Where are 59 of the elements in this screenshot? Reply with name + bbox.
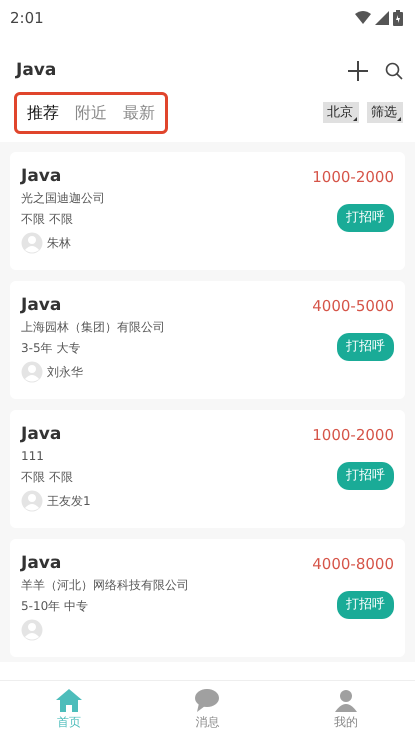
signal-icon (375, 11, 389, 25)
greet-button[interactable]: 打招呼 (337, 333, 394, 360)
experience-text: 3-5年 (21, 340, 53, 357)
education-text: 不限 (49, 468, 73, 486)
page-title: Java (16, 59, 56, 82)
job-card[interactable]: Java 光之国迪迦公司 不限 不限 朱林 1000-2000 打招呼 (10, 152, 405, 270)
nav-tab[interactable]: 消息 (177, 688, 238, 731)
recruiter-name: 刘永华 (47, 364, 83, 381)
education-text: 不限 (49, 210, 73, 228)
salary-text: 4000-8000 (312, 554, 394, 574)
avatar-icon (21, 360, 43, 383)
job-title: Java (21, 166, 62, 186)
search-icon (385, 62, 403, 80)
home-icon (56, 688, 82, 713)
filter-dropdown[interactable]: 筛选 (367, 102, 403, 124)
job-title: Java (21, 294, 62, 315)
company-name: 羊羊（河北）网络科技有限公司 (21, 576, 189, 594)
greet-button[interactable]: 打招呼 (337, 591, 394, 618)
person-icon (332, 688, 359, 713)
salary-text: 4000-5000 (312, 296, 394, 316)
recruiter-name: 朱林 (47, 234, 71, 252)
avatar-icon (21, 232, 43, 254)
status-time: 2:01 (10, 8, 44, 29)
add-button[interactable] (347, 58, 369, 83)
recruiter-name: 王友发1 (47, 492, 91, 510)
avatar-icon (21, 490, 43, 512)
salary-text: 1000-2000 (312, 166, 394, 188)
tab[interactable]: 推荐 (19, 96, 67, 128)
greet-button[interactable]: 打招呼 (337, 204, 394, 232)
salary-text: 1000-2000 (312, 424, 394, 446)
chat-bubble-icon (194, 688, 220, 713)
experience-text: 不限 (21, 210, 45, 228)
experience-text: 5-10年 (21, 598, 60, 615)
add-icon (347, 60, 369, 82)
nav-tab[interactable]: 首页 (39, 688, 100, 731)
avatar-icon (21, 618, 43, 641)
wifi-icon (355, 11, 371, 25)
nav-tab[interactable]: 我的 (316, 688, 376, 731)
job-title: Java (21, 424, 62, 444)
tab[interactable]: 最新 (115, 96, 163, 128)
company-name: 111 (21, 448, 45, 465)
company-name: 光之国迪迦公司 (21, 190, 105, 207)
experience-text: 不限 (21, 468, 45, 486)
filter-dropdown[interactable]: 北京 (323, 102, 359, 124)
education-text: 大专 (56, 340, 81, 357)
battery-icon (393, 10, 403, 26)
job-card[interactable]: Java 上海园林（集团）有限公司 3-5年 大专 刘永华 4000-5000 打招呼 (10, 280, 405, 398)
corner-icon (353, 117, 357, 122)
job-card[interactable]: Java 111 不限 不限 王友发1 1000-2000 打招呼 (10, 410, 405, 528)
nav-label: 我的 (334, 714, 358, 731)
corner-icon (397, 117, 401, 122)
company-name: 上海园林（集团）有限公司 (21, 318, 165, 336)
greet-button[interactable]: 打招呼 (337, 462, 394, 490)
tab[interactable]: 附近 (67, 96, 115, 128)
job-card[interactable]: Java 羊羊（河北）网络科技有限公司 5-10年 中专 4000-8000 打招呼 (10, 538, 405, 656)
nav-label: 首页 (57, 714, 82, 731)
job-title: Java (21, 552, 62, 573)
nav-label: 消息 (195, 714, 220, 731)
education-text: 中专 (64, 598, 88, 615)
